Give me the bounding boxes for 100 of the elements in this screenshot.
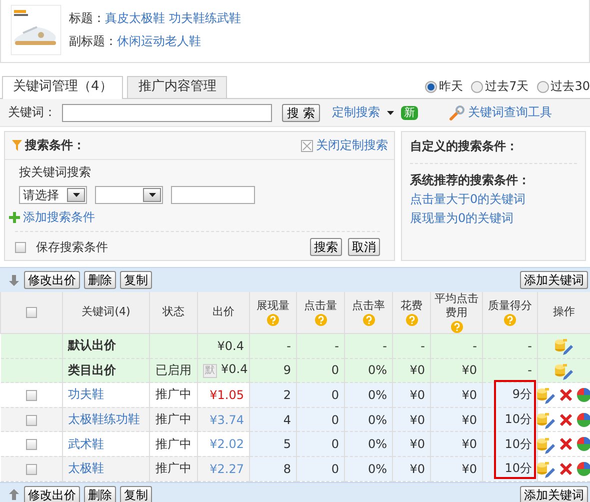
coins-edit-icon[interactable] — [554, 336, 574, 356]
radio-button[interactable] — [425, 80, 438, 92]
table-cell: 0 — [331, 462, 339, 476]
pie-chart-icon[interactable] — [576, 436, 590, 452]
table-cell: - — [528, 363, 532, 378]
delete-button[interactable]: 删除 — [84, 271, 116, 289]
table-cell: 推广中 — [156, 461, 192, 476]
custom-search-link[interactable]: 定制搜索 — [332, 104, 380, 121]
table-cell: 10分 — [504, 436, 532, 451]
pie-chart-icon[interactable] — [576, 386, 590, 403]
help-icon[interactable] — [450, 321, 462, 333]
table-cell: 0% — [368, 363, 387, 378]
table-cell: ¥3.74 — [210, 412, 244, 427]
subtitle-label: 副标题： — [69, 33, 117, 50]
table-cell: 9分 — [512, 387, 532, 402]
checkbox[interactable] — [26, 439, 37, 450]
checkbox[interactable] — [26, 306, 37, 318]
copy-button[interactable]: 复制 — [120, 271, 152, 289]
delete-icon[interactable] — [559, 412, 573, 427]
edit-bid-button[interactable]: 修改出价 — [24, 486, 80, 502]
product-subtitle-link[interactable]: 休闲运动老人鞋 — [117, 33, 201, 50]
save-conditions-label: 保存搜索条件 — [36, 238, 108, 256]
table-cell: - — [472, 338, 477, 353]
tab[interactable]: 关键词管理（4） — [2, 76, 124, 99]
table-cell: 0 — [331, 437, 339, 452]
keyword-link[interactable]: 武术鞋 — [68, 436, 104, 451]
pie-chart-icon[interactable] — [576, 412, 590, 428]
keyword-link[interactable]: 功夫鞋 — [68, 387, 104, 402]
table-cell: 推广中 — [156, 412, 192, 426]
checkbox[interactable] — [26, 390, 37, 402]
table-cell: ¥0 — [462, 363, 477, 378]
column-header: 展现量 — [256, 298, 290, 313]
product-title-link[interactable]: 真皮太极鞋 功夫鞋练武鞋 — [105, 10, 241, 27]
radio-label[interactable]: 过去7天 — [485, 78, 529, 95]
filter-icon — [11, 139, 23, 152]
plus-icon — [9, 212, 20, 223]
select-field[interactable] — [95, 186, 163, 204]
help-icon[interactable] — [314, 314, 326, 326]
cancel-button[interactable]: 取消 — [348, 238, 380, 256]
title-label: 标题： — [69, 10, 105, 27]
coins-edit-icon[interactable] — [536, 410, 556, 430]
search-button[interactable]: 搜 索 — [282, 104, 320, 122]
add-condition-link[interactable]: 添加搜索条件 — [23, 209, 95, 226]
table-cell: ¥0 — [462, 437, 477, 452]
caret-icon — [72, 191, 80, 199]
keyword-label: 关键词： — [8, 104, 56, 121]
table-cell: ¥0 — [410, 412, 425, 427]
caret-icon — [148, 191, 156, 199]
arrow-icon — [8, 273, 20, 287]
condition-input-field[interactable] — [171, 186, 255, 204]
help-icon[interactable] — [504, 314, 516, 326]
table-cell: 0% — [368, 462, 387, 476]
table-cell: ¥0 — [410, 388, 425, 402]
table-cell: 推广中 — [156, 387, 192, 402]
delete-icon[interactable] — [559, 462, 573, 476]
radio-button[interactable] — [536, 80, 549, 92]
radio-label[interactable]: 过去30 — [550, 78, 590, 95]
column-header: 花费 — [400, 298, 422, 313]
column-header: 点击量 — [304, 298, 337, 313]
keyword-tool-link[interactable]: 关键词查询工具 — [468, 104, 552, 121]
section-title: 自定义的搜索条件： — [410, 138, 577, 164]
table-cell: ¥0.4 — [217, 338, 244, 353]
search-button[interactable]: 搜索 — [310, 238, 342, 256]
checkbox[interactable] — [26, 464, 37, 475]
copy-button[interactable]: 复制 — [120, 486, 152, 502]
delete-icon[interactable] — [559, 388, 573, 402]
coins-edit-icon[interactable] — [536, 385, 556, 404]
table-cell: ¥0 — [410, 363, 425, 378]
pie-chart-icon[interactable] — [576, 460, 590, 477]
coins-edit-icon[interactable] — [536, 459, 556, 478]
help-icon[interactable] — [267, 314, 279, 326]
add-keyword-button[interactable]: 添加关键词 — [520, 271, 588, 289]
radio-label[interactable]: 昨天 — [439, 78, 464, 95]
close-custom-search-link[interactable]: 关闭定制搜索 — [316, 137, 388, 154]
panel-title: 搜索条件： — [25, 137, 85, 154]
edit-bid-button[interactable]: 修改出价 — [24, 271, 80, 289]
table-cell: ¥2.02 — [210, 437, 244, 452]
section-label: 按关键词搜索 — [19, 164, 92, 181]
delete-button[interactable]: 删除 — [84, 486, 116, 502]
column-header: 出价 — [212, 305, 234, 320]
checkbox[interactable] — [15, 242, 26, 252]
recommended-condition-link[interactable]: 点击量大于0的关键词 — [410, 191, 577, 208]
wrench-icon — [449, 104, 465, 120]
select-field[interactable]: 请选择 — [19, 186, 87, 204]
table-cell: - — [528, 338, 532, 353]
table-cell: ¥0 — [462, 388, 477, 402]
arrow-icon — [8, 488, 20, 502]
tab[interactable]: 推广内容管理 — [127, 76, 228, 98]
add-keyword-button[interactable]: 添加关键词 — [520, 486, 588, 502]
delete-icon[interactable] — [559, 437, 573, 452]
table-cell: 10分 — [504, 412, 532, 426]
recommended-condition-link[interactable]: 展现量为0的关键词 — [410, 210, 577, 227]
help-icon[interactable] — [406, 314, 418, 326]
radio-button[interactable] — [471, 80, 484, 92]
caret-icon — [386, 108, 395, 116]
table-cell: ¥0 — [462, 412, 477, 427]
checkbox[interactable] — [26, 414, 37, 426]
help-icon[interactable] — [362, 314, 374, 326]
keyword-input-field[interactable] — [62, 104, 272, 122]
close-icon[interactable] — [301, 140, 313, 152]
